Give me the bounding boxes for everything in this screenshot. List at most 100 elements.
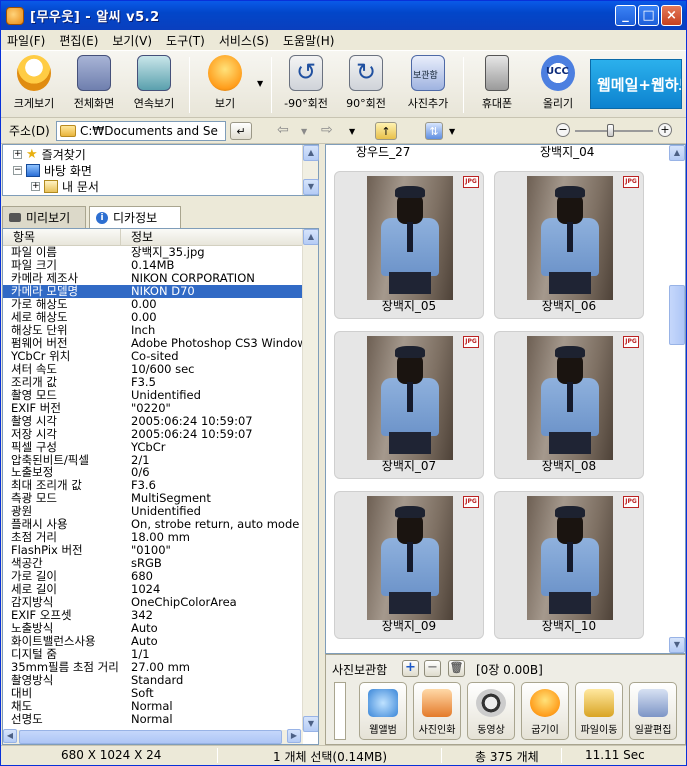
exif-row[interactable]: 초점 거리 18.00 mm [3,531,303,544]
exif-row[interactable]: 채도 Normal [3,700,303,713]
thumbnail-item[interactable]: JPG 장백지_09 [334,491,484,639]
scroll-right-icon[interactable]: ▶ [287,729,301,743]
exif-row[interactable]: 가로 길이 680 [3,570,303,583]
scroll-thumb[interactable] [669,285,685,345]
add-photo-button[interactable]: 사진추가 [397,55,459,111]
exif-row[interactable]: 세로 길이 1024 [3,583,303,596]
back-arrow-icon[interactable]: ⇦ [277,122,289,138]
exif-row[interactable]: 색공간 sRGB [3,557,303,570]
zoom-slider-track[interactable] [575,130,653,132]
menu-tools[interactable]: 도구(T) [166,32,205,49]
menu-edit[interactable]: 편집(E) [59,32,98,49]
exif-row[interactable]: 화이트밸런스사용 Auto [3,635,303,648]
exif-row[interactable]: 노출방식 Auto [3,622,303,635]
thumbnail-item[interactable]: JPG 장백지_06 [494,171,644,319]
address-field[interactable]: C:₩Documents and Se [56,121,226,141]
scroll-left-icon[interactable]: ◀ [3,729,17,743]
scroll-up-icon[interactable]: ▲ [303,145,319,161]
exif-row[interactable]: 감지방식 OneChipColorArea [3,596,303,609]
go-button[interactable]: ↵ [230,122,252,140]
exif-row[interactable]: 카메라 모델명 NIKON D70 [3,284,303,298]
slideshow-button[interactable]: 연속보기 [123,55,185,111]
exif-row[interactable]: 플래시 사용 On, strobe return, auto mode [3,518,303,531]
sort-button[interactable]: ⇅ [425,122,443,140]
forward-dropdown-icon[interactable]: ▼ [349,127,355,136]
album-remove-button[interactable]: − [424,660,441,677]
column-header-info[interactable]: 정보 [121,229,303,245]
scroll-thumb[interactable] [19,730,282,744]
exif-row[interactable]: 35mm필름 초점 거리 27.00 mm [3,661,303,674]
exif-row[interactable]: 선명도 Normal [3,713,303,726]
menu-help[interactable]: 도움말(H) [283,32,335,49]
thumbnail-view[interactable]: 장우드_27 장백지_04 JPG 장백지_05 JPG 장백지_06 JPG 장백지_0… [325,144,686,654]
exif-row[interactable]: 촬영방식 Standard [3,674,303,687]
webmail-banner[interactable]: 웹메일+웹하드 [590,59,682,109]
collapse-icon[interactable]: − [13,165,22,175]
tree-item-favorites[interactable]: + ★ 즐겨찾기 [13,146,86,162]
rotate-left-button[interactable]: -90°회전 [275,55,337,111]
sort-dropdown-icon[interactable]: ▼ [449,127,455,136]
photo-print-button[interactable]: 사진인화 [413,682,461,740]
fullscreen-button[interactable]: 전체화면 [63,55,125,111]
scroll-down-icon[interactable]: ▼ [669,637,685,653]
exif-vertical-scrollbar[interactable]: ▲ ▼ [302,229,318,732]
exif-row[interactable]: 파일 이름 장백지_35.jpg [3,246,303,259]
scroll-up-icon[interactable]: ▲ [669,145,685,161]
exif-row[interactable]: 가로 해상도 0.00 [3,298,303,311]
exif-row[interactable]: 세로 해상도 0.00 [3,311,303,324]
title-bar[interactable]: [무우웃] - 알씨 v5.2 _ □ × [1,1,686,30]
minimize-button[interactable]: _ [615,5,636,26]
scroll-down-icon[interactable]: ▼ [303,716,318,732]
expand-icon[interactable]: + [31,181,40,191]
folder-tree[interactable]: + ★ 즐겨찾기 − 바탕 화면 + 내 문서 ▲ ▼ [2,144,319,196]
exif-row[interactable]: EXIF 오프셋 342 [3,609,303,622]
menu-file[interactable]: 파일(F) [7,32,45,49]
exif-horizontal-scrollbar[interactable]: ◀ ▶ [3,729,303,744]
close-button[interactable]: × [661,5,682,26]
exif-row[interactable]: 촬영 모드 Unidentified [3,389,303,402]
video-button[interactable]: 동영상 [467,682,515,740]
thumbnail-item[interactable]: JPG 장백지_08 [494,331,644,479]
back-dropdown-icon[interactable]: ▼ [301,127,307,136]
exif-row[interactable]: 디지털 줌 1/1 [3,648,303,661]
exif-row[interactable]: 촬영 시각 2005:06:24 10:59:07 [3,415,303,428]
scroll-down-icon[interactable]: ▼ [303,179,319,195]
up-folder-button[interactable]: ↑ [375,122,397,140]
thumbnail-item[interactable]: JPG 장백지_05 [334,171,484,319]
zoom-slider-thumb[interactable] [607,124,614,137]
exif-row[interactable]: 펌웨어 버전 Adobe Photoshop CS3 Windows [3,337,303,350]
zoom-in-icon[interactable]: + [658,123,672,137]
exif-row[interactable]: 측광 모드 MultiSegment [3,492,303,505]
batch-edit-button[interactable]: 일괄편집 [629,682,677,740]
exif-row[interactable]: 대비 Soft [3,687,303,700]
exif-row[interactable]: 해상도 단위 Inch [3,324,303,337]
rotate-right-button[interactable]: 90°회전 [335,55,397,111]
exif-row[interactable]: 셔터 속도 10/600 sec [3,363,303,376]
maximize-button[interactable]: □ [638,5,659,26]
exif-list[interactable]: 항목 정보 파일 이름 장백지_35.jpg 파일 크기 0.14MB 카메라 제조사 N… [2,228,319,745]
move-file-button[interactable]: 파일이동 [575,682,623,740]
web-album-button[interactable]: 웹앨범 [359,682,407,740]
tab-preview[interactable]: 미리보기 [2,206,86,228]
upload-ucc-button[interactable]: 올리기 [527,55,589,111]
exif-row[interactable]: 카메라 제조사 NIKON CORPORATION [3,272,303,285]
menu-service[interactable]: 서비스(S) [219,32,269,49]
burn-button[interactable]: 굽기이 [521,682,569,740]
exif-row[interactable]: EXIF 버전 "0220" [3,402,303,415]
zoom-view-button[interactable]: 크게보기 [3,55,65,111]
tree-item-desktop[interactable]: − 바탕 화면 [13,162,92,178]
thumbnail-item[interactable]: JPG 장백지_07 [334,331,484,479]
exif-row[interactable]: 최대 조리개 값 F3.6 [3,479,303,492]
view-button[interactable]: 보기 [194,55,256,111]
album-add-button[interactable]: + [402,660,419,677]
exif-row[interactable]: 저장 시각 2005:06:24 10:59:07 [3,428,303,441]
album-drop-area[interactable] [334,682,346,740]
trash-icon[interactable]: 🗑 [448,660,465,677]
thumbnail-item[interactable]: JPG 장백지_10 [494,491,644,639]
thumbnail-scrollbar[interactable]: ▲ ▼ [669,145,685,653]
exif-row[interactable]: FlashPix 버전 "0100" [3,544,303,557]
phone-button[interactable]: 휴대폰 [466,55,528,111]
exif-row[interactable]: YCbCr 위치 Co-sited [3,350,303,363]
expand-icon[interactable]: + [13,149,22,159]
menu-view[interactable]: 보기(V) [112,32,152,49]
